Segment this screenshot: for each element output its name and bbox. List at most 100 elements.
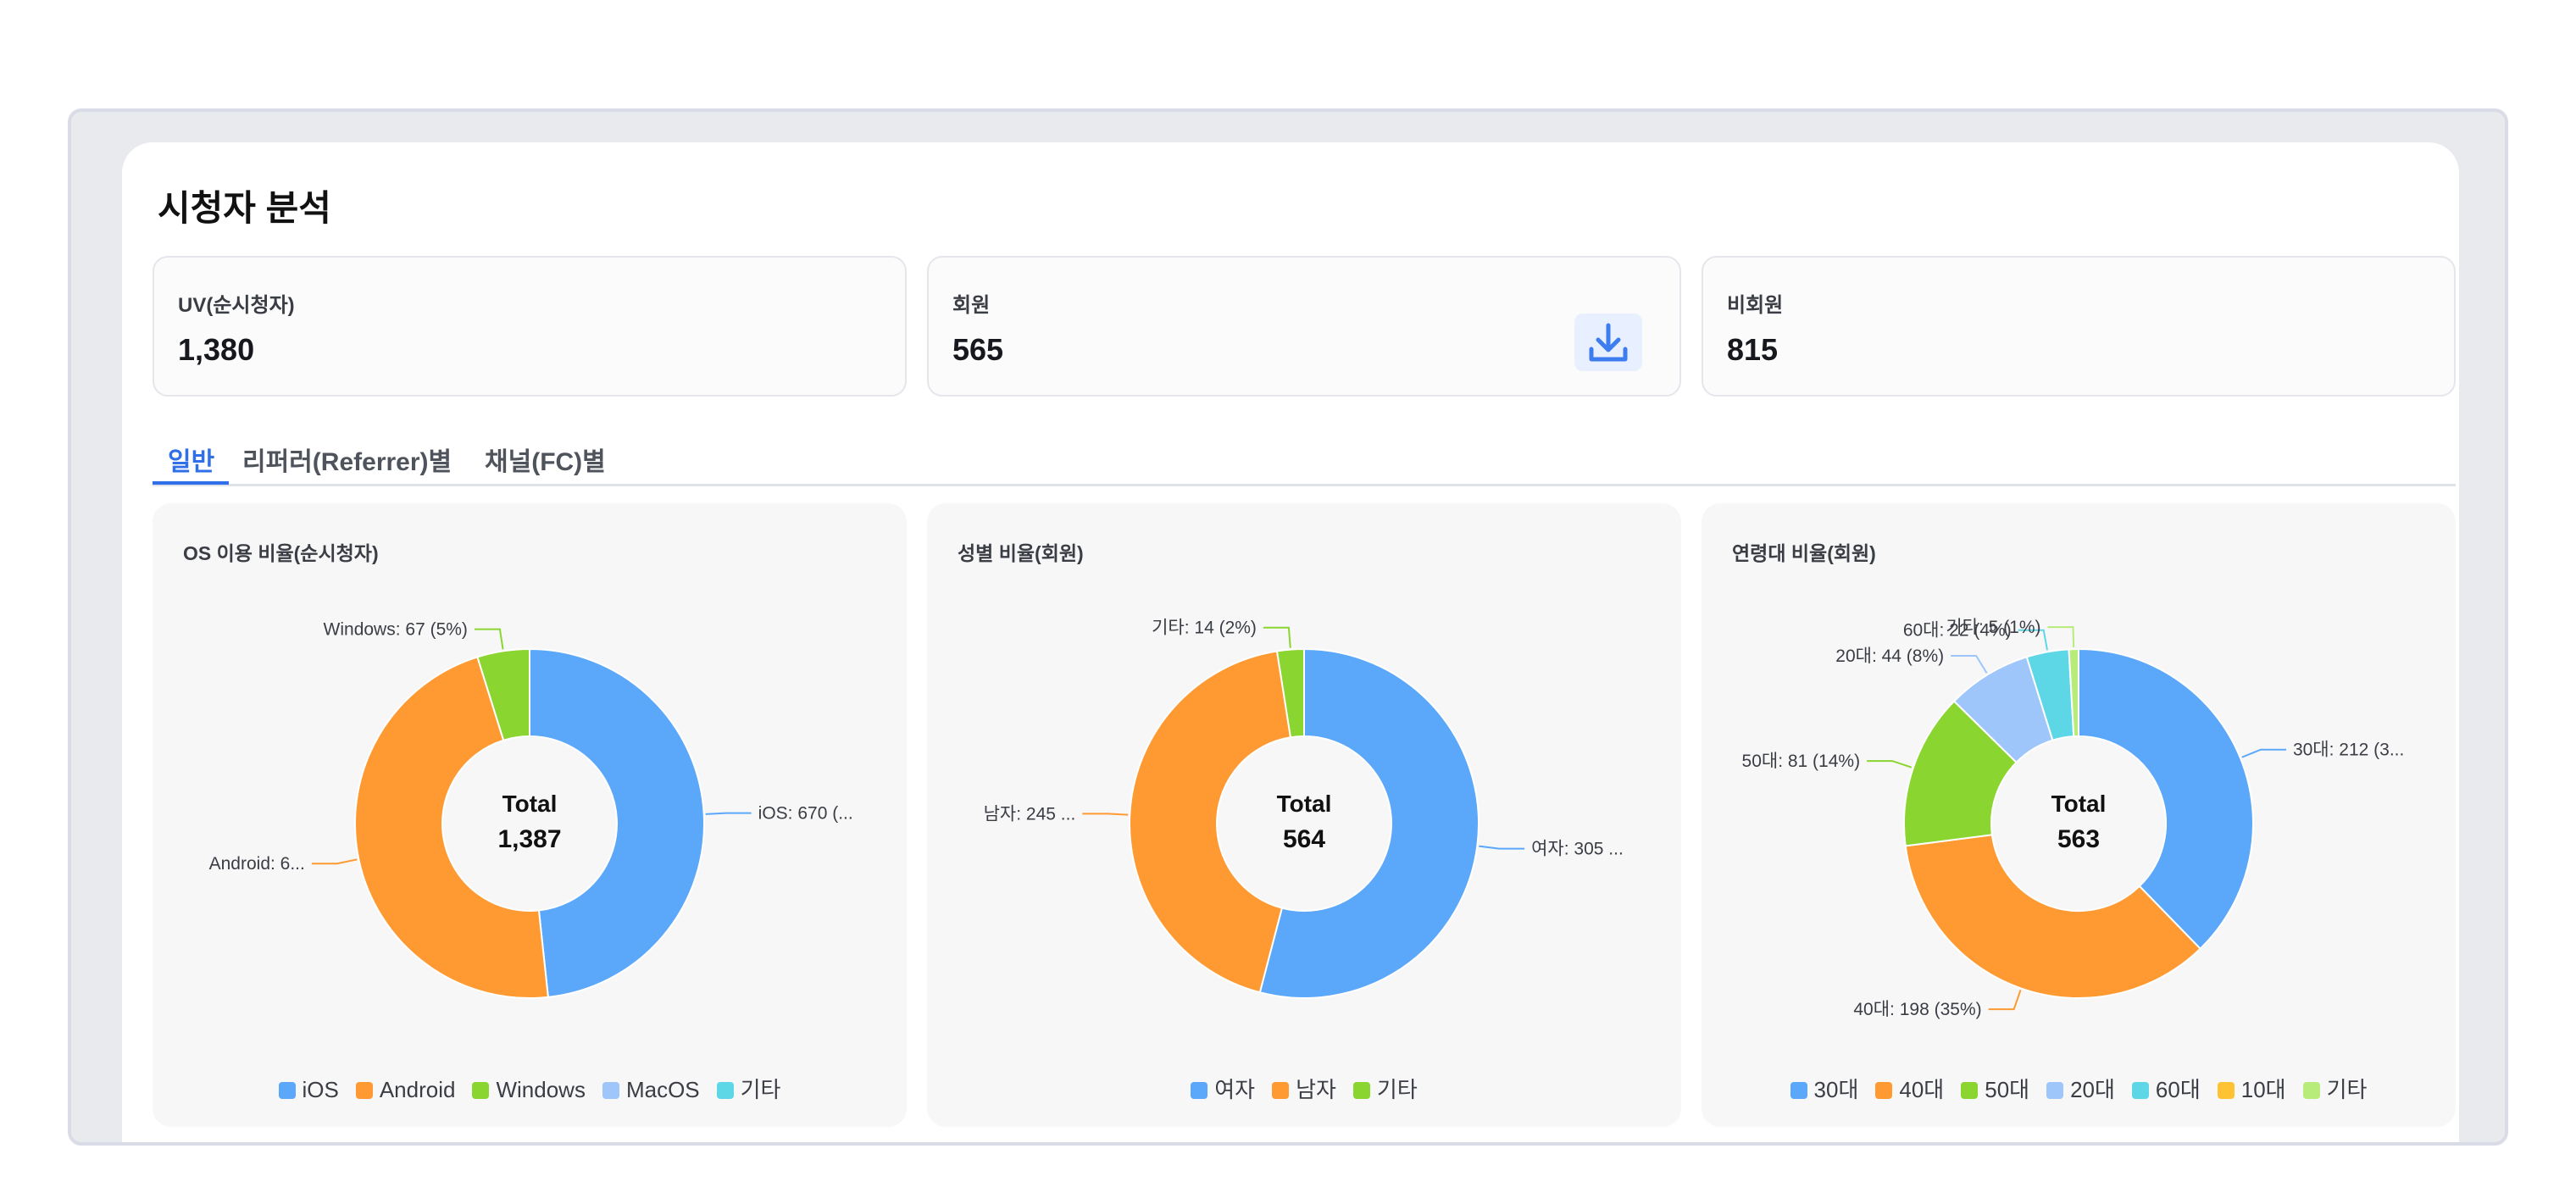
donut-chart-0: iOS: 670 (... Android: 6... Windows: 67 (5… [209, 620, 853, 999]
label-leader-line [474, 628, 504, 650]
label-leader-line [1479, 845, 1525, 850]
legend-swatch [2046, 1082, 2064, 1099]
legend-item-item-1[interactable]: 남자 [1272, 1073, 1336, 1104]
data-label-item-2: 기타: 14 (2%) [1152, 619, 1257, 638]
legend-label: 남자 [1296, 1077, 1336, 1102]
label-leader-line [705, 812, 752, 815]
label-leader-line [2047, 626, 2075, 648]
label-leader-line [1263, 626, 1291, 648]
data-label-item-0: 여자: 305 ... [1531, 840, 1624, 859]
donut-chart-2: 30대: 212 (3... 40대: 198 (35%) 50대: 81 (14%… [1742, 618, 2405, 1019]
donut-slice-ios[interactable] [529, 647, 705, 998]
legend-item-60[interactable]: 60대 [2131, 1073, 2201, 1104]
legend-label: 기타 [1376, 1077, 1418, 1102]
legend-item-10[interactable]: 10대 [2217, 1073, 2286, 1104]
donut-slice-item-1[interactable] [1129, 650, 1292, 994]
data-label-30: 30대: 212 (3... [2293, 741, 2404, 760]
stat-value-uv: 1,380 [178, 332, 255, 367]
app-frame: 시청자 분석 UV(순시청자) 1,380 회원 565 비회원 815 일반 … [68, 108, 2508, 1146]
lower-card-3 [1691, 1142, 2429, 1146]
legend-label: 여자 [1214, 1077, 1256, 1102]
legend-label: Android [379, 1077, 456, 1102]
legend-swatch [1191, 1082, 1208, 1099]
legend-swatch [1961, 1082, 1979, 1099]
stat-card-member: 회원 565 [927, 256, 1681, 397]
download-button[interactable] [1574, 314, 1642, 371]
lower-card-2 [935, 1142, 1673, 1146]
donut-chart-1: 여자: 305 ... 남자: 245 ... 기타: 14 (2%) Total 56… [984, 619, 1624, 999]
label-leader-line [1082, 813, 1129, 816]
tab-bar: 일반 리퍼러(Referrer)별 채널(FC)별 [153, 436, 2456, 486]
legend-item-40[interactable]: 40대 [1875, 1073, 1944, 1104]
data-label-ios: iOS: 670 (... [758, 804, 853, 824]
legend-label: 기타 [2326, 1077, 2368, 1102]
legend-label: 10대 [2240, 1077, 2286, 1102]
viewer-analysis-panel: 시청자 분석 UV(순시청자) 1,380 회원 565 비회원 815 일반 … [122, 142, 2459, 1146]
legend-label: 30대 [1813, 1077, 1859, 1102]
data-label-20: 20대: 44 (8%) [1835, 646, 1944, 666]
donut-slice-40[interactable] [1904, 834, 2202, 999]
legend-label: Windows [496, 1077, 586, 1102]
stat-card-nonmember: 비회원 815 [1702, 256, 2456, 397]
legend-item-item-0[interactable]: 여자 [1191, 1073, 1255, 1104]
stat-value-nonmember: 815 [1727, 332, 1779, 367]
center-total-label: Total [1277, 791, 1332, 817]
legend-item-ios[interactable]: iOS [278, 1077, 339, 1103]
data-label-40: 40대: 198 (35%) [1853, 1000, 1981, 1019]
chart-legend-gender: 여자 남자 기타 [927, 1073, 1681, 1104]
legend-label: 50대 [1985, 1077, 2030, 1102]
legend-label: 40대 [1899, 1077, 1945, 1102]
center-total-value: 563 [2057, 825, 2100, 853]
chart-legend-age: 30대 40대 50대 20대 60대 10대 기타 [1702, 1073, 2456, 1104]
label-leader-line [1951, 654, 1988, 674]
lower-card-1 [161, 1142, 898, 1146]
center-total-label: Total [502, 791, 558, 817]
center-total-label: Total [2051, 791, 2107, 817]
center-total-value: 1,387 [497, 825, 561, 853]
tab-general[interactable]: 일반 [168, 441, 214, 478]
data-label-item-1: 남자: 245 ... [984, 804, 1076, 824]
legend-swatch [1272, 1082, 1290, 1099]
data-label-windows: Windows: 67 (5%) [324, 620, 468, 640]
legend-item-android[interactable]: Android [355, 1077, 456, 1103]
label-leader-line [1867, 760, 1913, 769]
stat-label-nonmember: 비회원 [1727, 294, 1784, 317]
legend-swatch [1790, 1082, 1807, 1099]
label-leader-line [1988, 990, 2022, 1011]
legend-item-50[interactable]: 50대 [1961, 1073, 2029, 1104]
legend-item-item-2[interactable]: 기타 [1352, 1073, 1418, 1104]
legend-item-20[interactable]: 20대 [2046, 1073, 2115, 1104]
legend-swatch [2131, 1082, 2149, 1099]
stat-card-uv: UV(순시청자) 1,380 [153, 256, 907, 397]
chart-card-os: iOS: 670 (... Android: 6... Windows: 67 (5… [153, 503, 907, 1127]
label-leader-line [2241, 748, 2286, 758]
tab-referrer[interactable]: 리퍼러(Referrer)별 [242, 441, 452, 478]
legend-label: iOS [302, 1077, 339, 1102]
legend-swatch [2302, 1082, 2320, 1099]
legend-swatch [278, 1082, 296, 1099]
legend-swatch [472, 1082, 490, 1099]
active-tab-indicator [153, 481, 229, 485]
legend-item-item-4[interactable]: 기타 [716, 1073, 780, 1104]
legend-item-windows[interactable]: Windows [472, 1077, 586, 1103]
tab-channel[interactable]: 채널(FC)별 [485, 441, 606, 478]
legend-item-item-6[interactable]: 기타 [2302, 1073, 2368, 1104]
chart-title-gender: 성별 비율(회원) [958, 542, 1084, 564]
legend-swatch [716, 1082, 734, 1099]
chart-card-age: 30대: 212 (3... 40대: 198 (35%) 50대: 81 (14%… [1702, 503, 2456, 1127]
legend-swatch [355, 1082, 373, 1099]
download-icon [1589, 323, 1628, 362]
legend-item-macos[interactable]: MacOS [602, 1077, 700, 1103]
page-title: 시청자 분석 [158, 188, 331, 228]
data-label-item-5: 기타: 5 (1%) [1946, 618, 2040, 637]
stat-label-uv: UV(순시청자) [178, 294, 295, 317]
legend-swatch [602, 1082, 619, 1099]
center-total-value: 564 [1283, 825, 1325, 853]
data-label-50: 50대: 81 (14%) [1742, 752, 1861, 771]
legend-label: 20대 [2070, 1077, 2115, 1102]
stat-value-member: 565 [952, 332, 1004, 367]
chart-title-os: OS 이용 비율(순시청자) [183, 542, 379, 564]
chart-title-age: 연령대 비율(회원) [1732, 542, 1876, 564]
legend-label: 60대 [2155, 1077, 2201, 1102]
legend-item-30[interactable]: 30대 [1790, 1073, 1859, 1104]
